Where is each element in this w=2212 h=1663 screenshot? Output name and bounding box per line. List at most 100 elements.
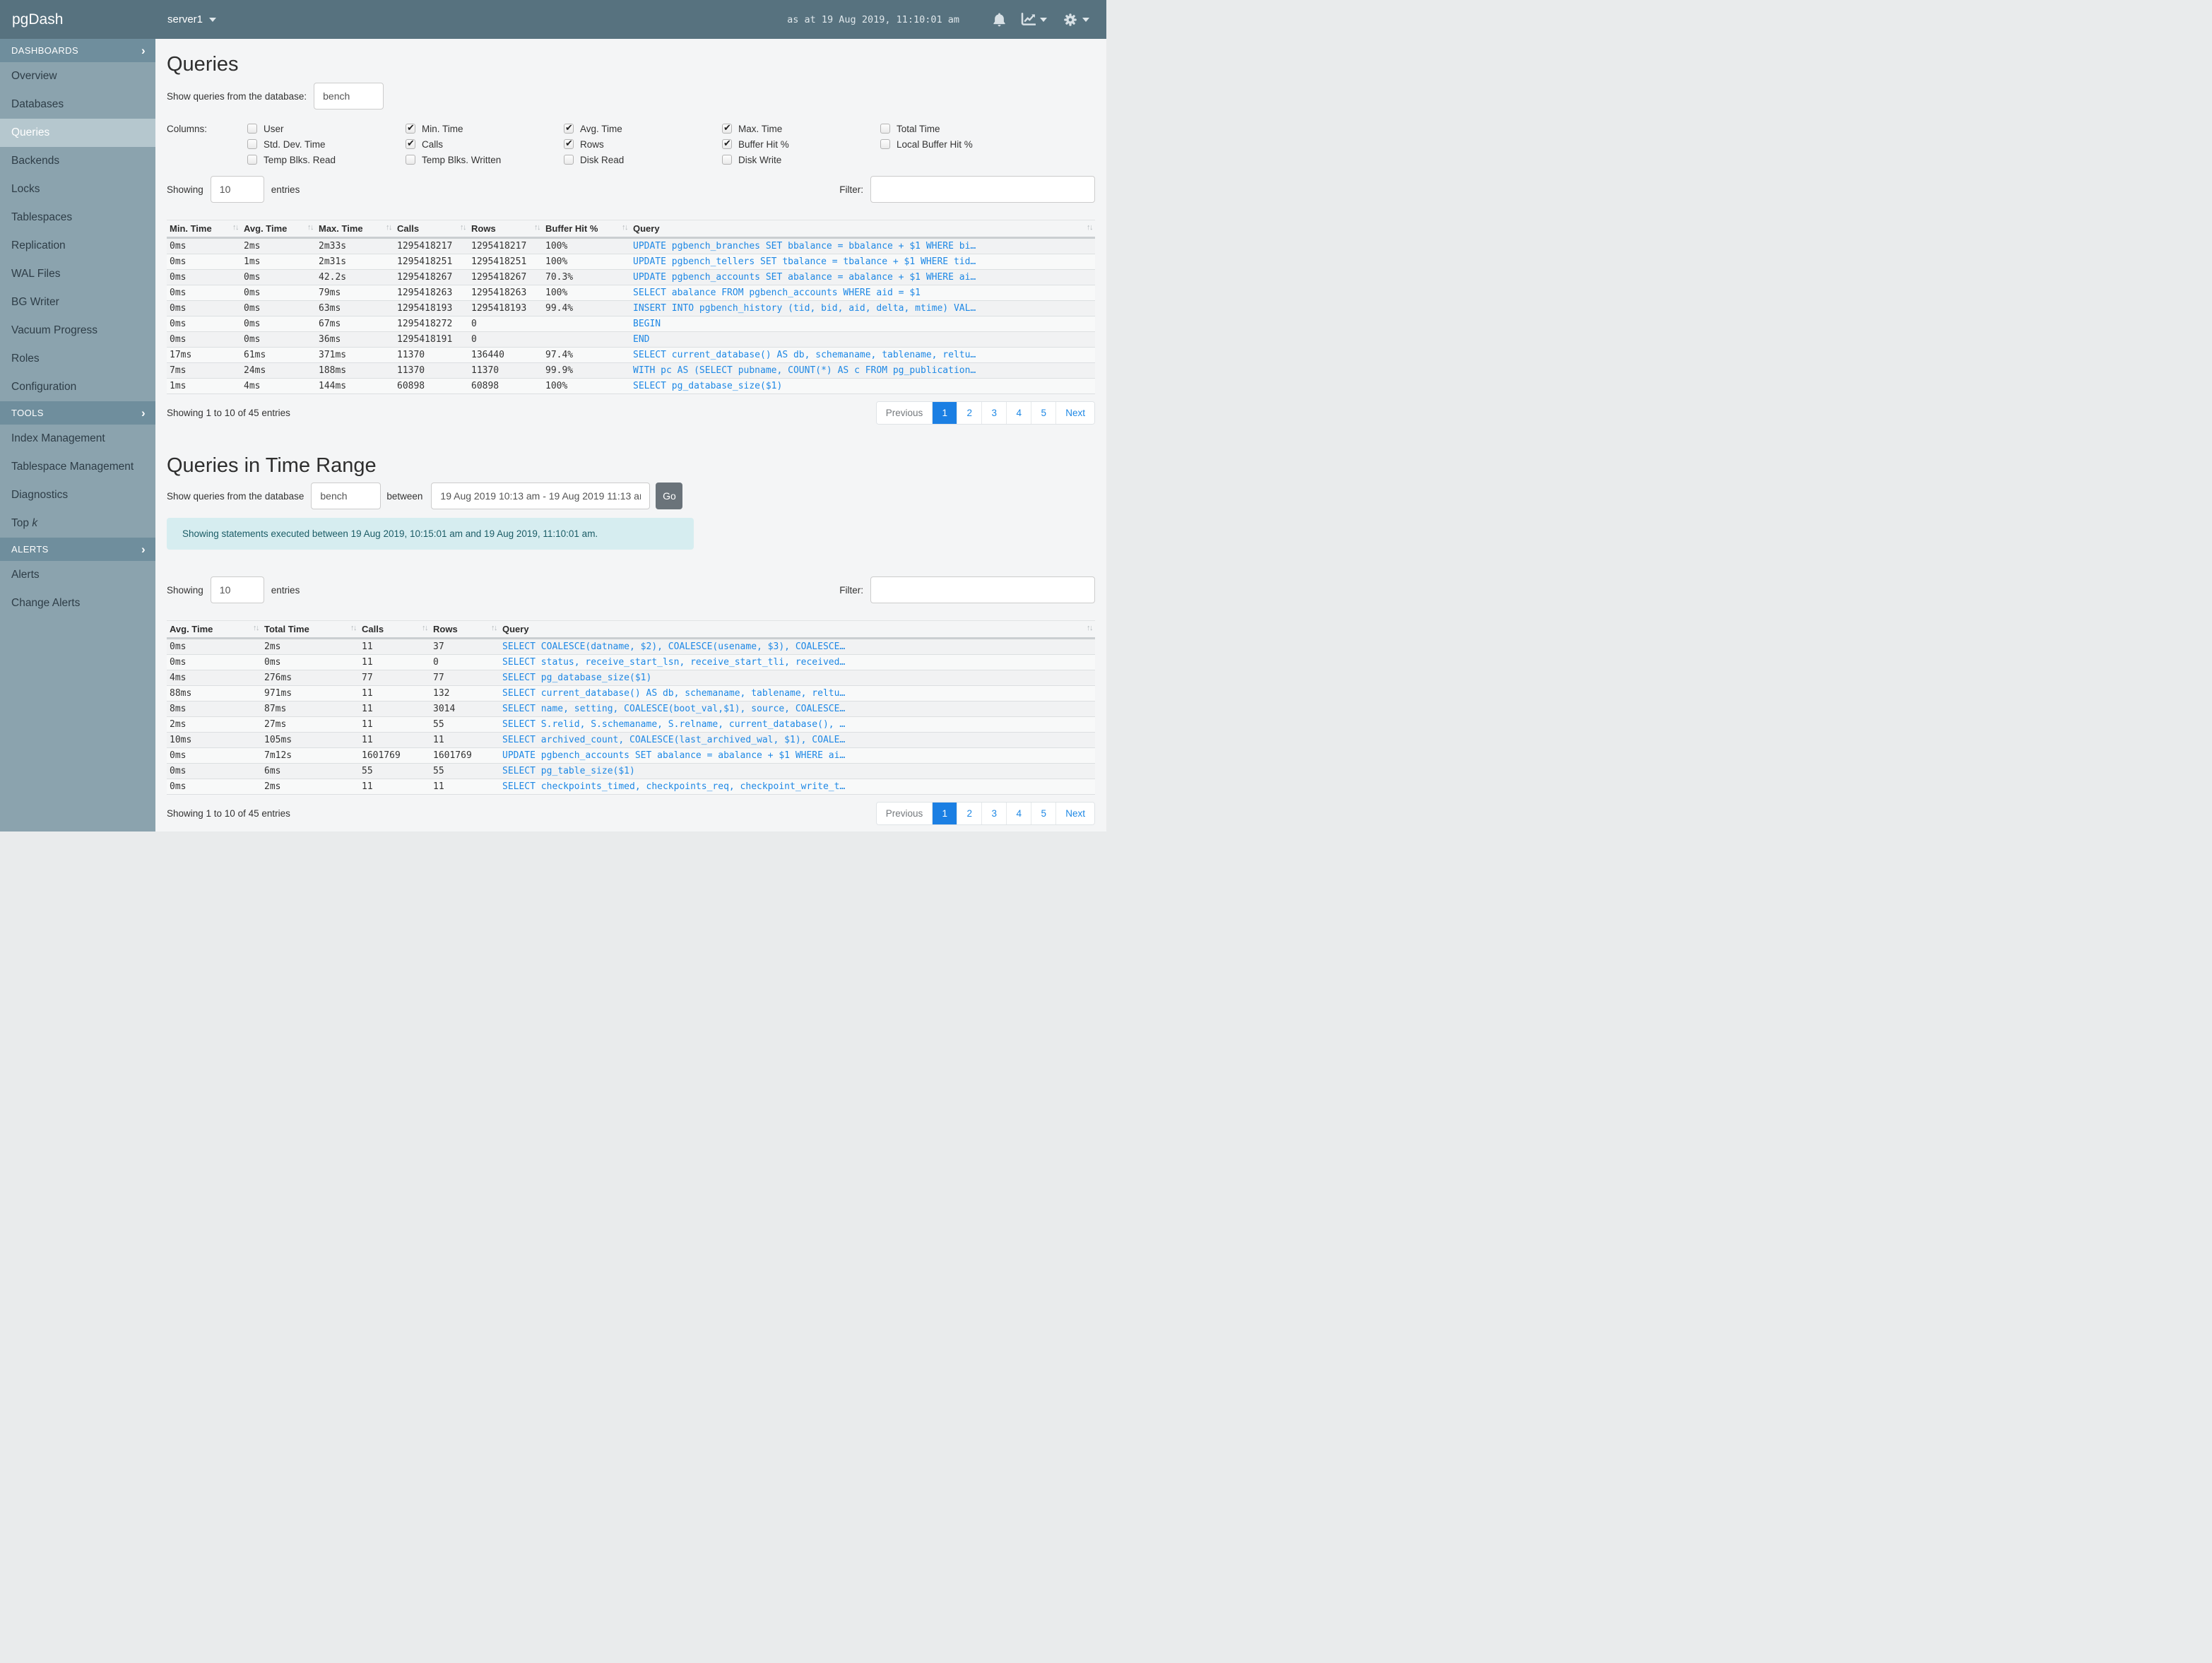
sidebar-item-queries[interactable]: Queries — [0, 119, 155, 147]
sort-icon[interactable]: ↑↓ — [622, 223, 629, 232]
column-header-buffer-hit[interactable]: Buffer Hit % ↑↓ — [543, 220, 630, 239]
sidebar-item-roles[interactable]: Roles — [0, 345, 155, 373]
query-link[interactable]: END — [630, 331, 1095, 348]
query-link[interactable]: SELECT current_database() AS db, scheman… — [630, 347, 1095, 363]
charts-menu[interactable] — [1021, 13, 1047, 26]
sidebar-item-tablespace-management[interactable]: Tablespace Management — [0, 453, 155, 481]
sidebar-item-diagnostics[interactable]: Diagnostics — [0, 481, 155, 509]
sidebar-item-overview[interactable]: Overview — [0, 62, 155, 90]
column-checkbox-temp-blks-written[interactable]: Temp Blks. Written — [406, 155, 564, 165]
sidebar-item-index-management[interactable]: Index Management — [0, 425, 155, 453]
checkbox-unchecked-icon[interactable] — [247, 139, 257, 149]
query-link[interactable]: BEGIN — [630, 316, 1095, 332]
column-checkbox-avg-time[interactable]: Avg. Time — [564, 122, 722, 134]
sidebar-section-tools[interactable]: TOOLS › — [0, 401, 155, 425]
sidebar-section-alerts[interactable]: ALERTS › — [0, 538, 155, 561]
time-range-input[interactable] — [431, 483, 651, 509]
pagination-page-1[interactable]: 1 — [932, 402, 957, 424]
database-input-2[interactable] — [311, 483, 382, 509]
query-link[interactable]: SELECT checkpoints_timed, checkpoints_re… — [499, 779, 1095, 795]
sort-icon[interactable]: ↑↓ — [1087, 624, 1094, 632]
query-link[interactable]: SELECT status, receive_start_lsn, receiv… — [499, 654, 1095, 670]
column-header-max-time[interactable]: Max. Time ↑↓ — [316, 220, 394, 239]
checkbox-unchecked-icon[interactable] — [880, 139, 890, 149]
column-checkbox-temp-blks-read[interactable]: Temp Blks. Read — [247, 155, 406, 165]
checkbox-unchecked-icon[interactable] — [247, 155, 257, 165]
pagination-page-3[interactable]: 3 — [981, 803, 1007, 824]
sidebar-item-databases[interactable]: Databases — [0, 90, 155, 119]
go-button[interactable]: Go — [656, 483, 683, 509]
sort-icon[interactable]: ↑↓ — [386, 223, 393, 232]
sidebar-item-backends[interactable]: Backends — [0, 147, 155, 175]
page-size-input[interactable] — [210, 176, 264, 203]
query-link[interactable]: SELECT pg_database_size($1) — [499, 670, 1095, 686]
checkbox-checked-icon[interactable] — [564, 138, 574, 149]
sidebar-item-configuration[interactable]: Configuration — [0, 373, 155, 401]
pagination-page-5[interactable]: 5 — [1031, 402, 1056, 424]
checkbox-unchecked-icon[interactable] — [406, 155, 415, 165]
checkbox-unchecked-icon[interactable] — [880, 124, 890, 134]
sidebar-item-replication[interactable]: Replication — [0, 232, 155, 260]
column-checkbox-disk-write[interactable]: Disk Write — [722, 155, 880, 165]
column-checkbox-std-dev-time[interactable]: Std. Dev. Time — [247, 139, 406, 150]
app-logo[interactable]: pgDash — [0, 11, 155, 28]
sort-icon[interactable]: ↑↓ — [460, 223, 467, 232]
page-size-input-2[interactable] — [210, 576, 264, 603]
sort-icon[interactable]: ↑↓ — [307, 223, 314, 232]
checkbox-unchecked-icon[interactable] — [247, 124, 257, 134]
sidebar-item-vacuum-progress[interactable]: Vacuum Progress — [0, 316, 155, 345]
sidebar-item-alerts[interactable]: Alerts — [0, 561, 155, 589]
sort-icon[interactable]: ↑↓ — [422, 624, 429, 632]
pagination-page-4[interactable]: 4 — [1006, 402, 1031, 424]
sort-icon[interactable]: ↑↓ — [350, 624, 357, 632]
sort-icon[interactable]: ↑↓ — [491, 624, 498, 632]
checkbox-unchecked-icon[interactable] — [722, 155, 732, 165]
column-header-calls[interactable]: Calls ↑↓ — [394, 220, 468, 239]
pagination-page-2[interactable]: 2 — [957, 803, 982, 824]
sidebar-item-top-k[interactable]: Top k — [0, 509, 155, 538]
sort-icon[interactable]: ↑↓ — [534, 223, 541, 232]
filter-input-2[interactable] — [870, 576, 1095, 603]
column-header-avg-time[interactable]: Avg. Time ↑↓ — [241, 220, 316, 239]
filter-input[interactable] — [870, 176, 1095, 203]
column-header-total-time[interactable]: Total Time ↑↓ — [261, 620, 359, 639]
column-checkbox-local-buffer-hit[interactable]: Local Buffer Hit % — [880, 139, 1039, 150]
pagination-page-2[interactable]: 2 — [957, 402, 982, 424]
column-checkbox-user[interactable]: User — [247, 124, 406, 134]
sidebar-item-change-alerts[interactable]: Change Alerts — [0, 589, 155, 617]
query-link[interactable]: SELECT name, setting, COALESCE(boot_val,… — [499, 701, 1095, 717]
column-header-avg-time[interactable]: Avg. Time ↑↓ — [167, 620, 261, 639]
query-link[interactable]: UPDATE pgbench_accounts SET abalance = a… — [499, 747, 1095, 764]
column-checkbox-total-time[interactable]: Total Time — [880, 124, 1039, 134]
query-link[interactable]: UPDATE pgbench_tellers SET tbalance = tb… — [630, 254, 1095, 270]
column-checkbox-min-time[interactable]: Min. Time — [406, 122, 564, 134]
checkbox-checked-icon[interactable] — [722, 138, 732, 149]
checkbox-checked-icon[interactable] — [406, 138, 415, 149]
column-checkbox-rows[interactable]: Rows — [564, 138, 722, 150]
sort-icon[interactable]: ↑↓ — [232, 223, 239, 232]
sidebar-item-wal-files[interactable]: WAL Files — [0, 260, 155, 288]
query-link[interactable]: UPDATE pgbench_branches SET bbalance = b… — [630, 237, 1095, 254]
column-checkbox-disk-read[interactable]: Disk Read — [564, 155, 722, 165]
query-link[interactable]: UPDATE pgbench_accounts SET abalance = a… — [630, 269, 1095, 285]
query-link[interactable]: SELECT current_database() AS db, scheman… — [499, 685, 1095, 702]
column-checkbox-buffer-hit[interactable]: Buffer Hit % — [722, 138, 880, 150]
query-link[interactable]: SELECT S.relid, S.schemaname, S.relname,… — [499, 716, 1095, 733]
pagination-previous[interactable]: Previous — [876, 803, 933, 824]
checkbox-checked-icon[interactable] — [722, 122, 732, 134]
query-link[interactable]: WITH pc AS (SELECT pubname, COUNT(*) AS … — [630, 362, 1095, 379]
pagination-page-4[interactable]: 4 — [1006, 803, 1031, 824]
column-header-rows[interactable]: Rows ↑↓ — [468, 220, 543, 239]
sort-icon[interactable]: ↑↓ — [1087, 223, 1094, 232]
column-header-query[interactable]: Query ↑↓ — [630, 220, 1095, 239]
pagination-next[interactable]: Next — [1055, 803, 1094, 824]
query-link[interactable]: SELECT COALESCE(datname, $2), COALESCE(u… — [499, 638, 1095, 655]
notifications-bell-icon[interactable] — [993, 12, 1005, 27]
sort-icon[interactable]: ↑↓ — [253, 624, 260, 632]
checkbox-checked-icon[interactable] — [564, 122, 574, 134]
query-link[interactable]: SELECT archived_count, COALESCE(last_arc… — [499, 732, 1095, 748]
query-link[interactable]: SELECT pg_database_size($1) — [630, 378, 1095, 394]
sidebar-item-tablespaces[interactable]: Tablespaces — [0, 203, 155, 232]
pagination-page-1[interactable]: 1 — [932, 803, 957, 824]
server-selector[interactable]: server1 — [167, 13, 217, 25]
